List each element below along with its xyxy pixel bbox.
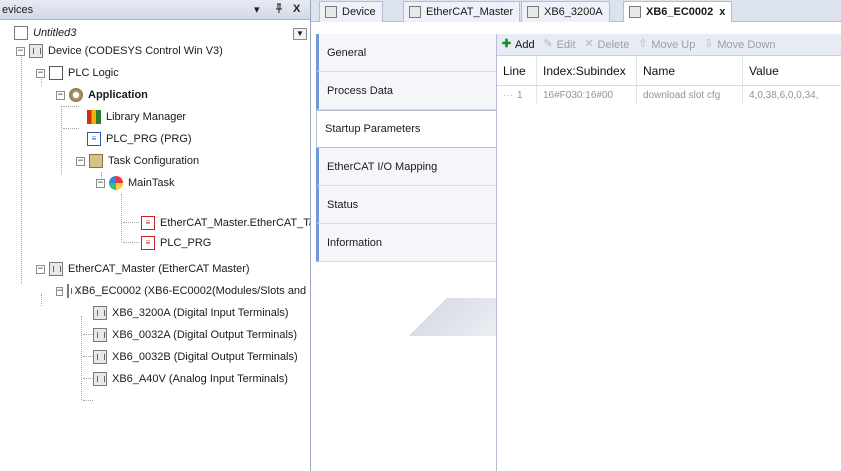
task-config-icon	[89, 154, 103, 168]
collapse-icon[interactable]: −	[56, 286, 64, 296]
pin-icon[interactable]	[274, 3, 284, 17]
module-icon	[93, 328, 107, 342]
module-icon	[325, 6, 337, 18]
column-header-name[interactable]: Name	[637, 56, 743, 85]
document-tab-bar: Device EtherCAT_Master XB6_3200A XB6_EC0…	[311, 0, 841, 22]
side-tab-ethercat-io-mapping[interactable]: EtherCAT I/O Mapping	[316, 148, 496, 186]
collapse-icon[interactable]: −	[16, 46, 25, 56]
edit-button[interactable]: ✎ Edit	[543, 38, 575, 51]
side-tab-process-data[interactable]: Process Data	[316, 72, 496, 110]
prg-icon: ≡	[87, 132, 101, 146]
device-editor: General Process Data Startup Parameters …	[311, 28, 841, 471]
module-icon	[93, 350, 107, 364]
close-tab-button[interactable]: x	[719, 6, 725, 18]
cell-value: 4,0,38,6,0,0,34,	[749, 89, 819, 101]
cell-index: 16#F030:16#00	[537, 86, 637, 104]
devices-panel: evices ▾ X ▼ Untitled3 − Device (CODESYS…	[0, 0, 326, 471]
side-tab-general[interactable]: General	[316, 34, 496, 72]
device-tree: ▼ Untitled3 − Device (CODESYS Control Wi…	[0, 22, 326, 471]
tree-item-xb6-0032a[interactable]: XB6_0032A (Digital Output Terminals)	[93, 324, 297, 346]
collapse-icon[interactable]: −	[36, 264, 45, 274]
tab-ethercat-master[interactable]: EtherCAT_Master	[403, 1, 521, 22]
side-tabs-fold-decoration	[316, 298, 496, 336]
tab-xb6-3200a[interactable]: XB6_3200A	[521, 1, 610, 22]
tree-item-xb6-ec0002[interactable]: − XB6_EC0002 (XB6-EC0002(Modules/Slots a…	[56, 280, 310, 302]
module-icon	[49, 262, 63, 276]
task-call-icon: ≡	[141, 216, 155, 230]
column-header-value[interactable]: Value	[743, 56, 841, 85]
edit-icon: ✎	[543, 38, 553, 50]
device-icon	[29, 44, 43, 58]
startup-toolbar: ✚ Add ✎ Edit ✕ Delete ⇧ Move Up ⇩ Move D…	[497, 34, 841, 56]
collapse-icon[interactable]: −	[36, 68, 45, 78]
tab-device[interactable]: Device	[319, 1, 383, 22]
side-tab-information[interactable]: Information	[316, 224, 496, 262]
module-icon	[629, 6, 641, 18]
tree-item-ethercat-master[interactable]: − EtherCAT_Master (EtherCAT Master)	[36, 258, 250, 280]
tree-item-xb6-0032b[interactable]: XB6_0032B (Digital Output Terminals)	[93, 346, 298, 368]
module-icon	[527, 6, 539, 18]
tree-item-library-manager[interactable]: Library Manager	[87, 106, 186, 128]
tree-item-plc-prg-call[interactable]: ≡ PLC_PRG	[141, 232, 211, 254]
tree-dropdown-button[interactable]: ▼	[293, 28, 307, 40]
tree-item-ethercat-task[interactable]: ≡ EtherCAT_Master.EtherCAT_Task	[141, 212, 326, 234]
plus-icon: ✚	[501, 38, 512, 50]
tree-item-maintask[interactable]: − MainTask	[96, 172, 174, 194]
tree-item-task-configuration[interactable]: − Task Configuration	[76, 150, 199, 172]
column-header-index[interactable]: Index:Subindex	[537, 56, 637, 85]
close-panel-button[interactable]: X	[293, 3, 300, 15]
task-call-icon: ≡	[141, 236, 155, 250]
grid-header: Line Index:Subindex Name Value	[497, 56, 841, 86]
module-icon	[67, 284, 80, 298]
tree-item-plc-logic[interactable]: − PLC Logic	[36, 62, 119, 84]
tree-item-device[interactable]: − Device (CODESYS Control Win V3)	[16, 40, 223, 62]
tab-xb6-ec0002[interactable]: XB6_EC0002 x	[623, 1, 733, 22]
project-icon	[14, 26, 28, 40]
devices-panel-header: evices ▾ X	[0, 0, 310, 20]
arrow-down-icon: ⇩	[704, 38, 714, 50]
panel-title: evices	[2, 4, 34, 16]
editor-side-tabs: General Process Data Startup Parameters …	[316, 34, 496, 314]
startup-parameters-grid: Line Index:Subindex Name Value ··· 1 16#…	[497, 56, 841, 104]
startup-parameters-page: ✚ Add ✎ Edit ✕ Delete ⇧ Move Up ⇩ Move D…	[496, 34, 841, 471]
delete-icon: ✕	[584, 38, 594, 50]
arrow-up-icon: ⇧	[638, 38, 648, 50]
cell-name: download slot cfg	[637, 86, 743, 104]
move-up-button[interactable]: ⇧ Move Up	[637, 39, 695, 51]
collapse-icon[interactable]: −	[96, 178, 105, 188]
collapse-icon[interactable]: −	[56, 90, 65, 100]
table-row[interactable]: ··· 1 16#F030:16#00 download slot cfg 4,…	[497, 86, 841, 104]
module-icon	[93, 306, 107, 320]
maintask-icon	[109, 176, 123, 190]
tree-item-plc-prg[interactable]: ≡ PLC_PRG (PRG)	[87, 128, 192, 150]
cell-line: ··· 1	[497, 86, 537, 104]
collapse-icon[interactable]: −	[76, 156, 85, 166]
column-header-line[interactable]: Line	[497, 56, 537, 85]
side-tab-startup-parameters[interactable]: Startup Parameters	[316, 110, 496, 148]
module-icon	[93, 372, 107, 386]
application-icon	[69, 88, 83, 102]
editor-area: Device EtherCAT_Master XB6_3200A XB6_EC0…	[311, 0, 841, 471]
add-button[interactable]: ✚ Add	[501, 39, 535, 51]
tree-item-xb6-3200a[interactable]: XB6_3200A (Digital Input Terminals)	[93, 302, 289, 324]
plc-logic-icon	[49, 66, 63, 80]
move-down-button[interactable]: ⇩ Move Down	[703, 39, 775, 51]
tree-item-application[interactable]: − Application	[56, 84, 148, 106]
dropdown-arrow-icon[interactable]: ▾	[254, 3, 260, 16]
tree-item-xb6-a40v[interactable]: XB6_A40V (Analog Input Terminals)	[93, 368, 288, 390]
library-icon	[87, 110, 101, 124]
delete-button[interactable]: ✕ Delete	[584, 38, 629, 51]
side-tab-status[interactable]: Status	[316, 186, 496, 224]
module-icon	[409, 6, 421, 18]
